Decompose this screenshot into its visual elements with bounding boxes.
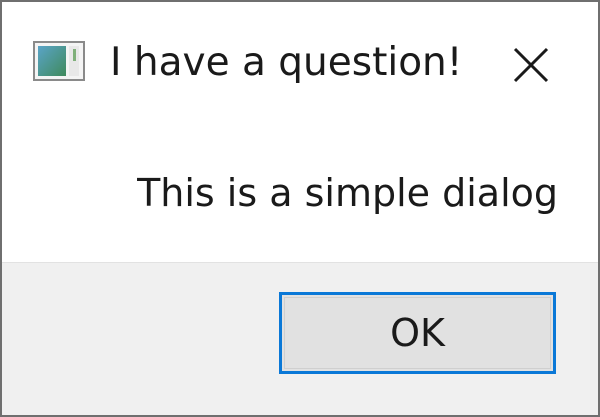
window-title: I have a question! (110, 40, 463, 85)
ok-button[interactable]: OK (279, 292, 556, 374)
close-button[interactable] (508, 42, 554, 88)
window-app-icon (33, 41, 85, 81)
title-bar[interactable]: I have a question! (2, 2, 598, 118)
dialog-footer: OK (2, 262, 598, 415)
dialog-content: This is a simple dialog (2, 118, 598, 262)
close-icon (513, 47, 549, 83)
dialog-message: This is a simple dialog (137, 171, 558, 215)
dialog-window: I have a question! This is a simple dial… (0, 0, 600, 417)
